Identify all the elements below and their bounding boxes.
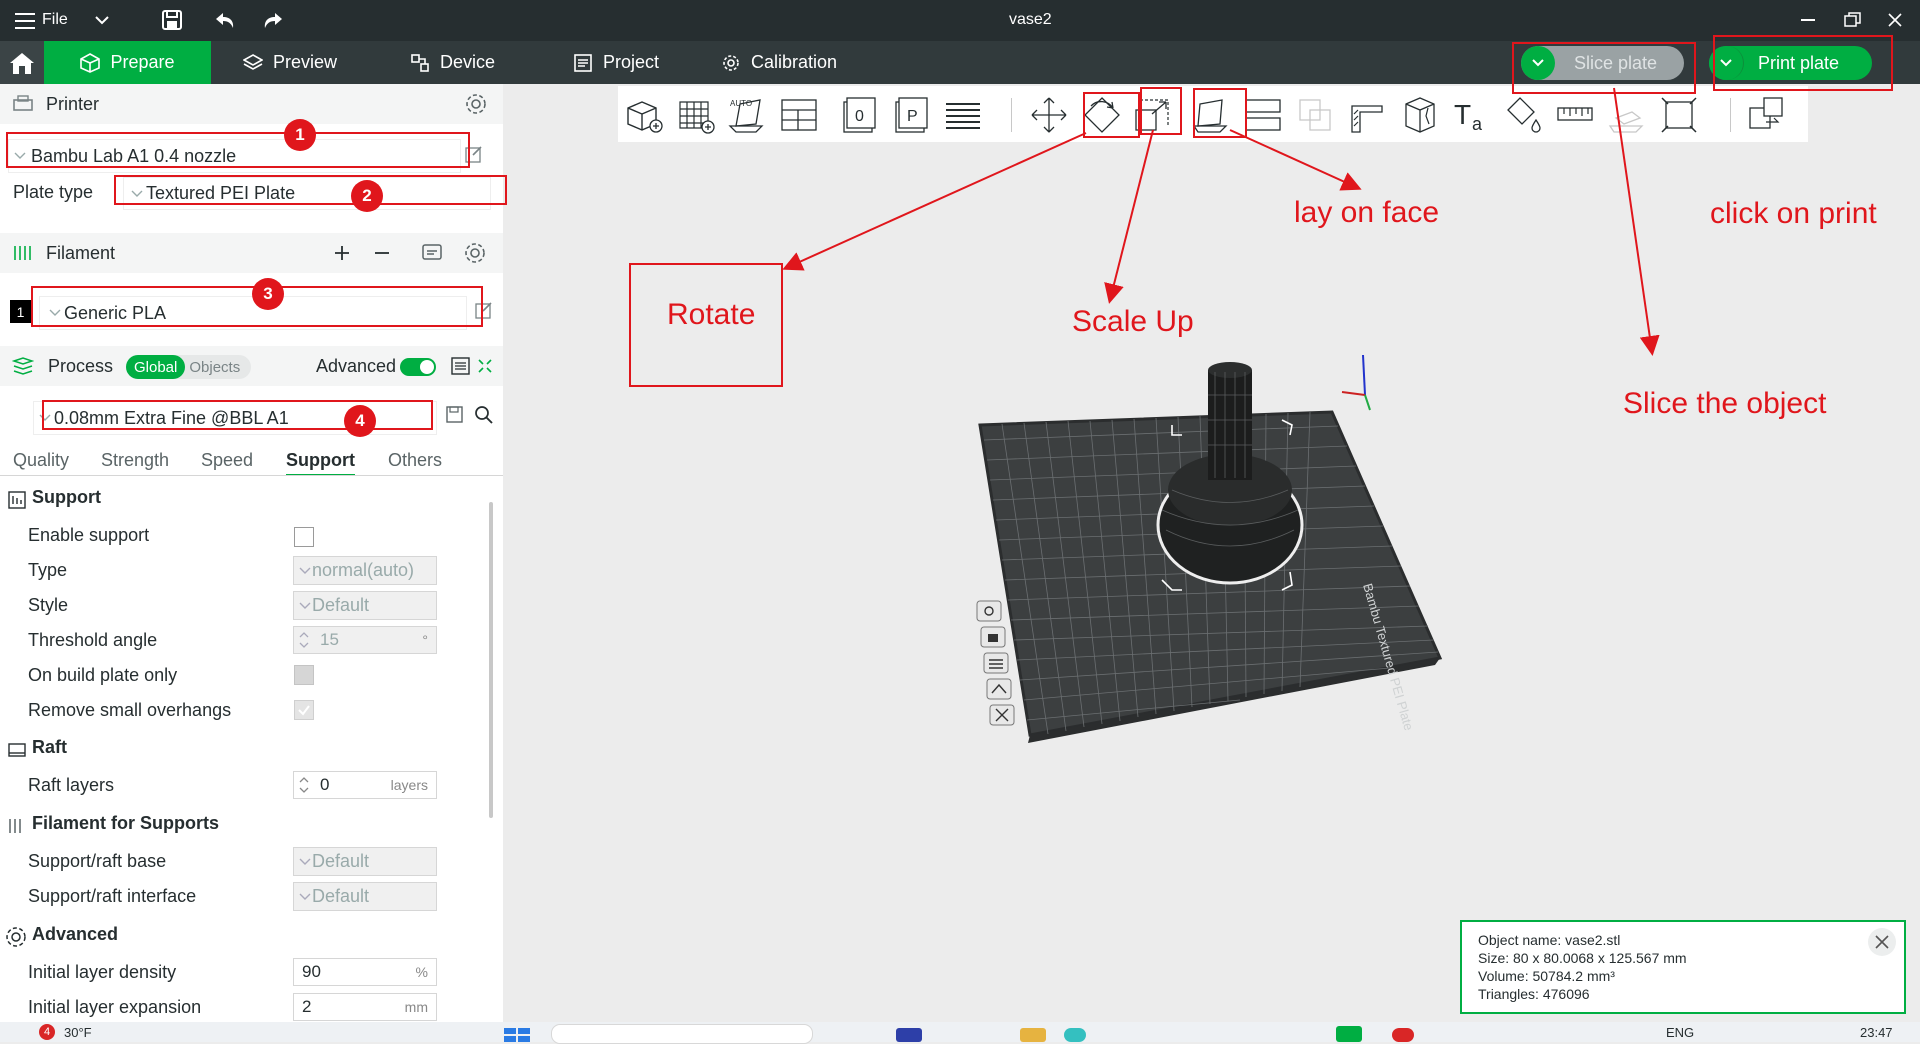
object-triangles: Triangles: 476096 xyxy=(1478,986,1590,1002)
annotation-scale-up: Scale Up xyxy=(1072,305,1194,338)
annotation-lay-on-face: lay on face xyxy=(1294,196,1440,229)
taskbar-app-icon[interactable] xyxy=(1392,1028,1414,1042)
weather-temp[interactable]: 30°F xyxy=(64,1025,92,1040)
annotation-arrows xyxy=(782,87,1660,356)
annotation-slice-object: Slice the object xyxy=(1623,387,1827,420)
object-size: Size: 80 x 80.0068 x 125.567 mm xyxy=(1478,950,1687,966)
taskbar-app-icon[interactable] xyxy=(1064,1028,1086,1042)
language-indicator[interactable]: ENG xyxy=(1666,1025,1694,1040)
taskbar-app-icon[interactable] xyxy=(1020,1028,1046,1042)
taskbar-app-icon[interactable] xyxy=(896,1028,922,1042)
annotation-click-on-print: click on print xyxy=(1710,197,1877,230)
clock[interactable]: 23:47 xyxy=(1860,1025,1893,1040)
annotation-rotate: Rotate xyxy=(667,298,756,331)
close-info-icon[interactable] xyxy=(1868,928,1896,956)
search-bar[interactable] xyxy=(551,1024,813,1044)
start-icon[interactable] xyxy=(504,1026,530,1042)
object-info-panel: Object name: vase2.stl Size: 80 x 80.006… xyxy=(1460,920,1906,1014)
object-name: Object name: vase2.stl xyxy=(1478,932,1621,948)
os-taskbar: 4 30°F ENG 23:47 xyxy=(0,1022,1920,1044)
object-volume: Volume: 50784.2 mm³ xyxy=(1478,968,1615,984)
notification-badge[interactable]: 4 xyxy=(39,1024,55,1040)
taskbar-app-icon[interactable] xyxy=(1336,1026,1362,1042)
